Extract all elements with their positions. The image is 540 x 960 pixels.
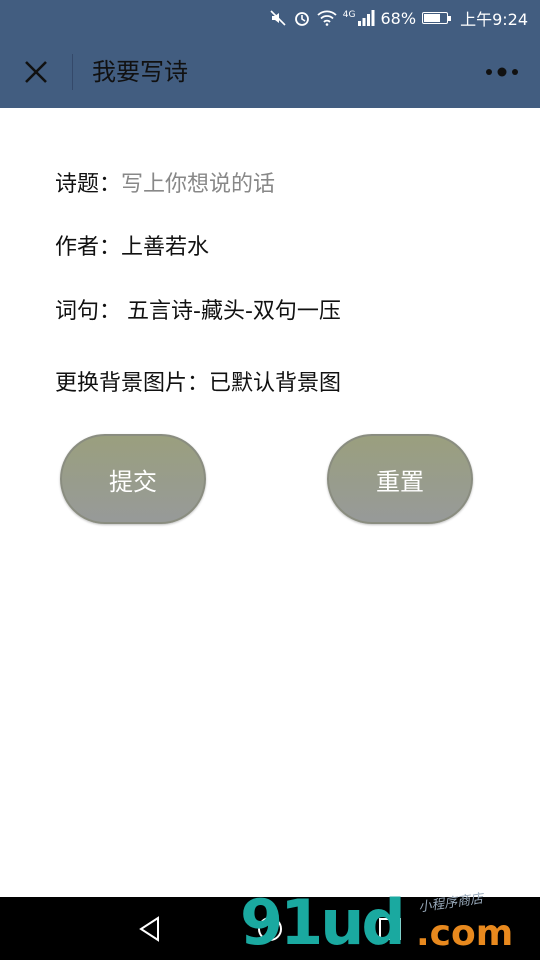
close-button[interactable] bbox=[18, 54, 54, 90]
back-triangle-icon bbox=[139, 915, 159, 942]
4g-signal-icon: 4G bbox=[343, 10, 375, 26]
author-label: 作者： bbox=[55, 235, 122, 260]
status-icons: 4G 68% 上午9:24 bbox=[269, 0, 528, 36]
watermark: 91ud 小程序商店 .com bbox=[240, 888, 540, 958]
more-icon bbox=[486, 67, 518, 77]
reset-button[interactable]: 重置 bbox=[327, 434, 473, 524]
author-input[interactable]: 上善若水 bbox=[121, 235, 209, 260]
alarm-icon bbox=[293, 9, 311, 27]
title-row: 诗题：写上你想说的话 bbox=[55, 166, 275, 198]
verse-row: 词句： 五言诗-藏头-双句一压 bbox=[55, 293, 341, 325]
more-button[interactable] bbox=[484, 60, 520, 84]
close-icon bbox=[25, 61, 47, 83]
battery-icon bbox=[422, 12, 452, 24]
nav-divider bbox=[72, 54, 73, 90]
title-input[interactable]: 写上你想说的话 bbox=[121, 172, 275, 197]
network-label: 4G bbox=[342, 10, 356, 20]
page-title: 我要写诗 bbox=[92, 58, 188, 86]
background-row: 更换背景图片：已默认背景图 bbox=[55, 365, 341, 397]
background-label: 更换背景图片： bbox=[55, 371, 210, 396]
watermark-logo: 91ud bbox=[240, 886, 406, 959]
submit-button[interactable]: 提交 bbox=[60, 434, 206, 524]
mute-icon bbox=[269, 9, 287, 27]
verse-picker[interactable]: 五言诗-藏头-双句一压 bbox=[127, 299, 341, 324]
wifi-icon bbox=[317, 10, 337, 26]
nav-bar: 我要写诗 bbox=[0, 36, 540, 108]
status-bar: 4G 68% 上午9:24 bbox=[0, 0, 540, 36]
back-button[interactable] bbox=[128, 897, 172, 960]
title-label: 诗题： bbox=[55, 172, 122, 197]
background-picker[interactable]: 已默认背景图 bbox=[209, 371, 341, 396]
author-row: 作者：上善若水 bbox=[55, 229, 209, 261]
watermark-domain: .com bbox=[416, 913, 514, 954]
battery-percent: 68% bbox=[380, 8, 417, 28]
clock: 上午9:24 bbox=[460, 10, 528, 29]
verse-label: 词句： bbox=[55, 299, 122, 324]
